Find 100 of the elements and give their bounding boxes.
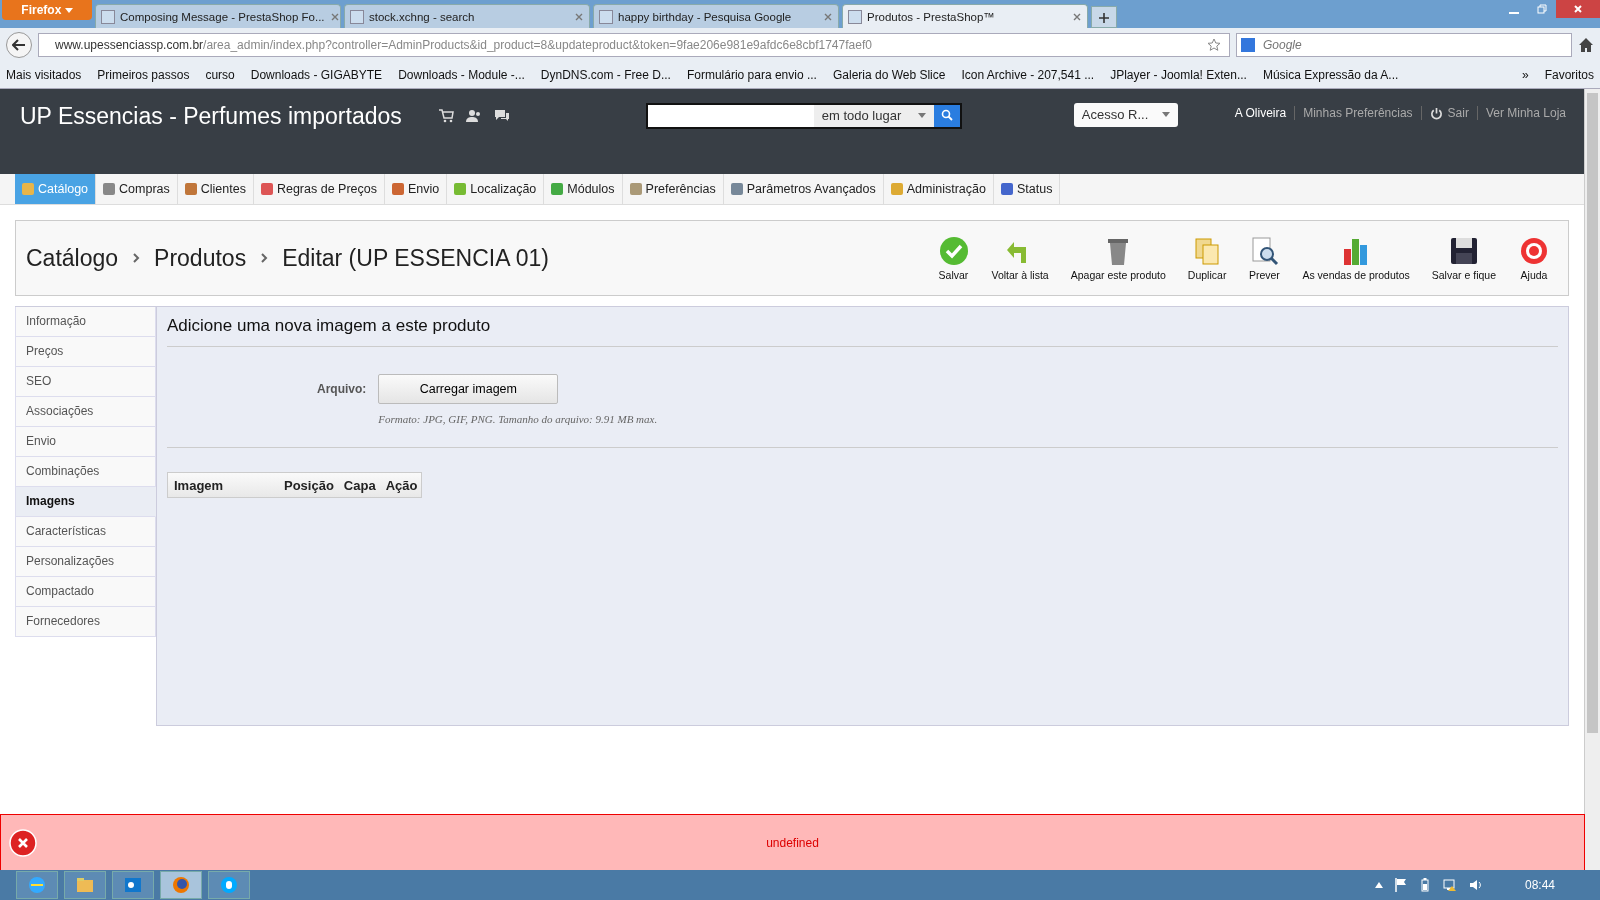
close-icon[interactable] bbox=[329, 11, 340, 22]
sidebar-item[interactable]: Combinações bbox=[15, 457, 156, 487]
menu-icon bbox=[890, 183, 903, 195]
browser-tab[interactable]: stock.xchng - search bbox=[344, 4, 590, 28]
hint-text: Formato: JPG, GIF, PNG. Tamanho do arquivo: 9.91 MB max. bbox=[378, 413, 658, 425]
chevron-icon bbox=[260, 252, 269, 264]
save-icon bbox=[937, 235, 970, 267]
more-bookmarks-button[interactable]: » bbox=[1521, 68, 1529, 82]
close-icon[interactable] bbox=[574, 11, 584, 22]
bookmark-link[interactable]: JPlayer - Joomla! Exten... bbox=[1110, 68, 1247, 82]
field-label: Arquivo: bbox=[317, 381, 367, 398]
menu-tab[interactable]: Clientes bbox=[177, 174, 254, 204]
close-icon bbox=[1573, 4, 1583, 14]
menu-tab[interactable]: Módulos bbox=[544, 174, 623, 204]
breadcrumb-item[interactable]: Catálogo bbox=[26, 244, 119, 272]
clock[interactable]: 08:44 bbox=[1524, 878, 1555, 892]
bookmark-link[interactable]: Downloads - GIGABYTE bbox=[250, 68, 383, 82]
new-tab-button[interactable] bbox=[1091, 6, 1117, 28]
menu-icon bbox=[103, 183, 116, 195]
caret-icon bbox=[64, 8, 73, 14]
sidebar-item[interactable]: Informação bbox=[15, 307, 156, 337]
bookmark-link[interactable]: Mais visitados bbox=[6, 68, 82, 82]
upload-button[interactable]: Carregar imagem bbox=[378, 374, 559, 404]
volume-icon[interactable] bbox=[1468, 878, 1483, 892]
error-message: undefined bbox=[766, 835, 819, 850]
header-link[interactable]: Minhas Preferências bbox=[1294, 106, 1421, 120]
toolbar-button[interactable]: Apagar este produto bbox=[1062, 235, 1174, 281]
menu-tab[interactable]: Parâmetros Avançados bbox=[723, 174, 884, 204]
menu-tab[interactable]: Preferências bbox=[622, 174, 724, 204]
taskbar-app[interactable] bbox=[16, 871, 58, 899]
shop-name[interactable]: UP Essencias - Perfumes importados bbox=[20, 103, 402, 130]
caret-icon bbox=[1161, 112, 1170, 117]
bookmark-link[interactable]: curso bbox=[205, 68, 235, 82]
search-field[interactable]: Google bbox=[1236, 33, 1572, 57]
taskbar-app[interactable] bbox=[208, 871, 250, 899]
battery-icon[interactable] bbox=[1418, 878, 1431, 892]
power-icon bbox=[1429, 106, 1443, 120]
toolbar-button[interactable]: As vendas de produtos bbox=[1294, 235, 1418, 281]
quick-access-dropdown[interactable]: Acesso R... bbox=[1073, 103, 1178, 127]
network-icon[interactable] bbox=[1442, 878, 1457, 892]
flag-icon[interactable] bbox=[1394, 878, 1407, 892]
sidebar-item[interactable]: Características bbox=[15, 517, 156, 547]
menu-icon bbox=[22, 183, 34, 195]
star-icon[interactable] bbox=[1207, 38, 1221, 52]
users-icon[interactable] bbox=[465, 109, 482, 123]
sidebar-item[interactable]: Envio bbox=[15, 427, 156, 457]
sidebar-item[interactable]: Personalizações bbox=[15, 547, 156, 577]
sidebar-item[interactable]: Preços bbox=[15, 337, 156, 367]
page-icon bbox=[101, 9, 115, 24]
column-header: Capa bbox=[342, 477, 377, 493]
taskbar-app[interactable] bbox=[112, 871, 154, 899]
bookmark-link[interactable]: Downloads - Module -... bbox=[398, 68, 525, 82]
close-icon[interactable] bbox=[823, 11, 833, 22]
user-link[interactable]: A Oliveira bbox=[1234, 106, 1295, 120]
up-arrow-icon[interactable] bbox=[1374, 882, 1383, 888]
toolbar-button[interactable]: Voltar à lista bbox=[983, 235, 1057, 281]
taskbar-app[interactable] bbox=[160, 871, 202, 899]
toolbar-button[interactable]: Ajuda bbox=[1510, 235, 1558, 281]
taskbar-app[interactable] bbox=[64, 871, 106, 899]
sidebar-item[interactable]: Imagens bbox=[15, 487, 156, 517]
sidebar-item[interactable]: SEO bbox=[15, 367, 156, 397]
home-icon[interactable] bbox=[1578, 37, 1594, 53]
column-header: Posição bbox=[283, 477, 335, 493]
toolbar-button[interactable]: Duplicar bbox=[1179, 235, 1235, 281]
favorites-link[interactable]: Favoritos bbox=[1544, 68, 1594, 82]
menu-icon bbox=[551, 183, 564, 195]
bookmark-link[interactable]: Música Expressão da A... bbox=[1262, 68, 1399, 82]
scrollbar[interactable] bbox=[1584, 89, 1600, 870]
menu-tab[interactable]: Administração bbox=[883, 174, 994, 204]
menu-tab[interactable]: Envio bbox=[385, 174, 448, 204]
menu-tab[interactable]: Localização bbox=[447, 174, 545, 204]
bookmark-link[interactable]: Primeiros passos bbox=[97, 68, 190, 82]
menu-tab[interactable]: Compras bbox=[96, 174, 178, 204]
breadcrumb-item[interactable]: Produtos bbox=[154, 244, 247, 272]
toolbar-button[interactable]: Salvar bbox=[929, 235, 978, 281]
header-link[interactable]: Sair bbox=[1420, 106, 1477, 120]
bookmark-link[interactable]: DynDNS.com - Free D... bbox=[540, 68, 671, 82]
header-link[interactable]: Ver Minha Loja bbox=[1476, 106, 1566, 120]
menu-icon bbox=[184, 183, 197, 195]
cart-icon[interactable] bbox=[437, 109, 454, 123]
bookmark-link[interactable]: Galeria do Web Slice bbox=[832, 68, 946, 82]
close-button[interactable] bbox=[1556, 0, 1600, 18]
menu-tab[interactable]: Status bbox=[993, 174, 1061, 204]
address-field[interactable]: www.upessenciassp.com.br/area_admin/index.php?controller=AdminProducts&id_product=8&updateproduct&token=9fae206e981e9afdc6e8cbf1747faef0 bbox=[38, 33, 1230, 57]
browser-tab[interactable]: happy birthday - Pesquisa Google bbox=[593, 4, 839, 28]
close-icon[interactable] bbox=[1072, 11, 1082, 22]
sidebar-item[interactable]: Fornecedores bbox=[15, 607, 156, 637]
bookmark-link[interactable]: Formulário para envio ... bbox=[686, 68, 817, 82]
panel-title: Adicione uma nova imagem a este produto bbox=[167, 307, 1558, 347]
back-button[interactable] bbox=[6, 32, 32, 58]
sidebar-item[interactable]: Compactado bbox=[15, 577, 156, 607]
browser-tab[interactable]: Produtos - PrestaShop™ bbox=[842, 4, 1088, 28]
browser-tab[interactable]: Composing Message - PrestaShop Fo... bbox=[95, 4, 341, 28]
sidebar-item[interactable]: Associações bbox=[15, 397, 156, 427]
menu-tab[interactable]: Regras de Preços bbox=[253, 174, 385, 204]
toolbar-button[interactable]: Prever bbox=[1240, 235, 1289, 281]
menu-icon bbox=[1000, 183, 1013, 195]
toolbar-button[interactable]: Salvar e fique bbox=[1423, 235, 1504, 281]
bookmark-link[interactable]: Icon Archive - 207,541 ... bbox=[961, 68, 1095, 82]
browser-icon bbox=[27, 875, 47, 895]
